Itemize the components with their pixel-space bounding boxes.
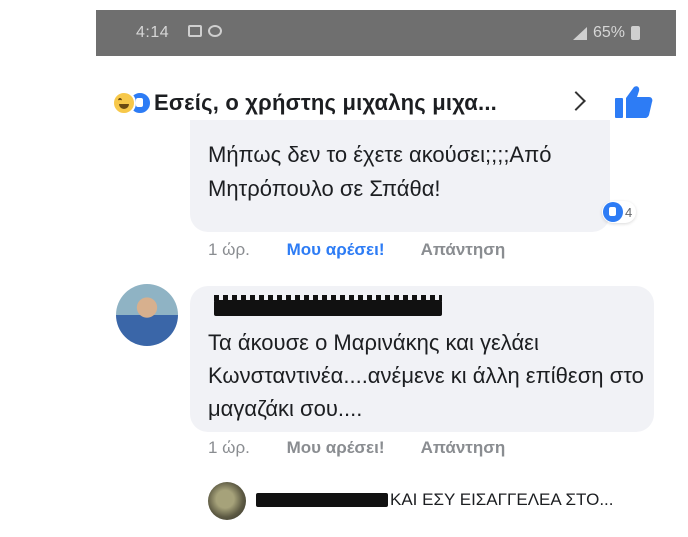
redacted-author-name [256,493,388,507]
reply-preview[interactable]: ΚΑΙ ΕΣΥ ΕΙΣΑΓΓΕΛΕΑ ΣΤΟ... [256,490,614,510]
status-time: 4:14 [136,24,170,41]
battery-percent: 65% [592,24,625,41]
avatar[interactable] [116,284,178,346]
reaction-count-badge[interactable]: 4 [602,201,637,223]
phone-screen: 4:14 65% Εσείς, ο χρήστης μιχαλης μιχα..… [96,10,676,537]
reactions-summary[interactable]: Εσείς, ο χρήστης μιχαλης μιχα... [154,90,497,116]
reply-button[interactable]: Απάντηση [421,438,506,457]
comment-actions: 1 ώρ. Μου αρέσει! Απάντηση [208,240,537,260]
haha-reaction-icon [112,91,136,115]
comment-time: 1 ώρ. [208,438,250,457]
reply-preview-text: ΚΑΙ ΕΣΥ ΕΙΣΑΓΓΕΛΕΑ ΣΤΟ... [390,490,614,509]
gallery-icon [188,25,202,37]
comment-actions: 1 ώρ. Μου αρέσει! Απάντηση [208,438,537,458]
chevron-right-icon[interactable] [566,91,586,111]
notification-icons [188,25,222,37]
redacted-author-name [214,295,442,316]
signal-icon [572,26,587,40]
status-bar: 4:14 65% [96,10,676,56]
reply-button[interactable]: Απάντηση [421,240,506,259]
like-reaction-icon [603,202,623,222]
status-right: 65% [572,24,640,42]
reactions-header[interactable]: Εσείς, ο χρήστης μιχαλης μιχα... [96,56,676,130]
reaction-count: 4 [625,204,633,220]
comment-time: 1 ώρ. [208,240,250,259]
thumbs-up-icon[interactable] [614,84,654,120]
comment-text: Μήπως δεν το έχετε ακούσει;;;;Από Μητρόπ… [208,142,552,201]
comment-bubble: Μήπως δεν το έχετε ακούσει;;;;Από Μητρόπ… [190,120,637,232]
messenger-icon [208,25,222,37]
like-button[interactable]: Μου αρέσει! [287,240,385,259]
avatar[interactable] [208,482,246,520]
comment-bubble: Τα άκουσε ο Μαρινάκης και γελάει Κωνσταν… [190,286,654,432]
comment-text: Τα άκουσε ο Μαρινάκης και γελάει Κωνσταν… [208,330,644,421]
battery-icon [631,26,640,40]
like-button[interactable]: Μου αρέσει! [287,438,385,457]
